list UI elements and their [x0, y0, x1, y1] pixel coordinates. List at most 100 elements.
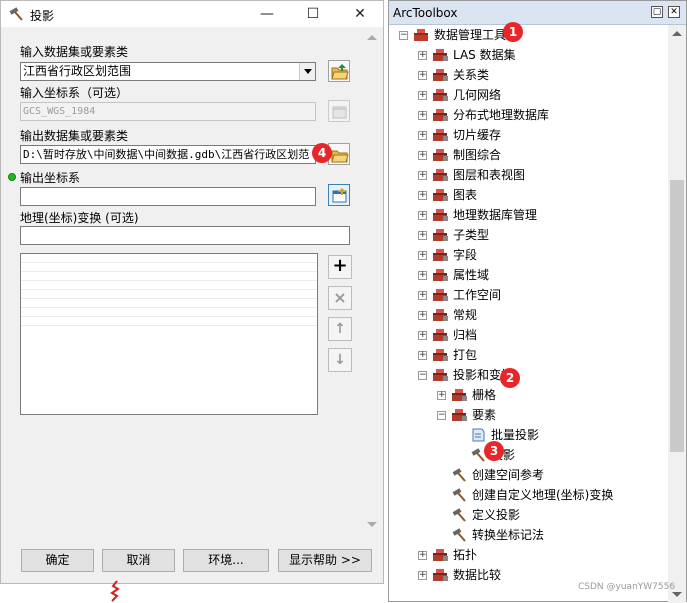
tree-node-project[interactable]: 投影: [389, 445, 667, 465]
toolset-icon: [433, 569, 448, 581]
collapse-icon[interactable]: −: [399, 31, 408, 40]
output-cs-properties-button[interactable]: [328, 184, 350, 206]
tree-node-toolset[interactable]: + 子类型: [389, 225, 667, 245]
properties-icon: [332, 106, 347, 119]
x-icon: ×: [333, 288, 347, 307]
input-cs-label: 输入坐标系（可选）: [20, 86, 129, 100]
expand-icon[interactable]: +: [418, 131, 427, 140]
tree-node-toolset[interactable]: + LAS 数据集: [389, 45, 667, 65]
toolset-icon: [433, 209, 448, 221]
toolset-icon: [433, 289, 448, 301]
dialog-scrollbar[interactable]: [363, 27, 381, 535]
collapse-icon[interactable]: −: [418, 371, 427, 380]
close-button[interactable]: ✕: [337, 1, 383, 27]
toolset-icon: [433, 269, 448, 281]
expand-icon[interactable]: +: [418, 151, 427, 160]
callout-badge-4: 4: [312, 143, 332, 163]
tree-node-toolset[interactable]: + 字段: [389, 245, 667, 265]
arctoolbox-panel: ArcToolbox ▢ ✕ − 数据管理工具 + LAS 数据集 + 关系类 + 几何网…: [388, 0, 687, 603]
expand-icon[interactable]: +: [418, 91, 427, 100]
tree-node-toolset[interactable]: + 打包: [389, 345, 667, 365]
tree-node-tool[interactable]: 定义投影: [389, 505, 667, 525]
tree-node-toolset[interactable]: + 属性域: [389, 265, 667, 285]
environments-button[interactable]: 环境...: [183, 549, 269, 572]
tree-node-toolset[interactable]: + 图层和表视图: [389, 165, 667, 185]
toolbox-icon: [414, 29, 428, 41]
expand-icon[interactable]: +: [418, 271, 427, 280]
collapse-icon[interactable]: −: [437, 411, 446, 420]
expand-icon[interactable]: +: [418, 571, 427, 580]
toolset-icon: [433, 169, 448, 181]
close-icon[interactable]: ✕: [668, 6, 680, 18]
scroll-down-icon[interactable]: [672, 592, 682, 597]
cancel-button[interactable]: 取消: [102, 549, 175, 572]
output-dataset-input[interactable]: D:\暂时存放\中间数据\中间数据.gdb\江西省行政区划范: [20, 145, 316, 164]
toolset-icon: [433, 189, 448, 201]
geo-transform-list[interactable]: [20, 253, 318, 415]
expand-icon[interactable]: +: [418, 51, 427, 60]
toolset-icon: [433, 549, 448, 561]
toolset-icon: [433, 309, 448, 321]
pin-icon[interactable]: ▢: [651, 6, 663, 18]
tree-node-tool[interactable]: 转换坐标记法: [389, 525, 667, 545]
tree-node-toolset[interactable]: + 拓扑: [389, 545, 667, 565]
tree-node-toolset[interactable]: + 切片缓存: [389, 125, 667, 145]
expand-icon[interactable]: +: [418, 331, 427, 340]
tree-node-batch-project[interactable]: 批量投影: [389, 425, 667, 445]
browse-input-button[interactable]: [328, 60, 350, 82]
tree-node-root[interactable]: − 数据管理工具: [389, 25, 667, 45]
expand-icon[interactable]: +: [418, 211, 427, 220]
toolbox-scrollbar[interactable]: [668, 25, 686, 603]
tree-node-tool[interactable]: 创建空间参考: [389, 465, 667, 485]
tree-node-toolset[interactable]: + 几何网络: [389, 85, 667, 105]
geo-transform-input[interactable]: [20, 226, 350, 245]
tree-node-toolset[interactable]: + 常规: [389, 305, 667, 325]
expand-icon[interactable]: +: [418, 311, 427, 320]
callout-badge-2: 2: [500, 368, 520, 388]
geo-transform-label: 地理(坐标)变换 (可选): [20, 211, 139, 225]
ok-button[interactable]: 确定: [21, 549, 94, 572]
callout-badge-3: 3: [484, 441, 504, 461]
move-up-button: ↑: [328, 317, 352, 341]
chevron-down-icon[interactable]: [299, 63, 315, 80]
dialog-title-bar[interactable]: 投影 — ☐ ✕: [1, 1, 383, 27]
tree-node-tool[interactable]: 创建自定义地理(坐标)变换: [389, 485, 667, 505]
expand-icon[interactable]: +: [418, 251, 427, 260]
expand-icon[interactable]: +: [418, 171, 427, 180]
expand-icon[interactable]: +: [418, 291, 427, 300]
scroll-up-icon[interactable]: [367, 35, 377, 40]
tree-node-toolset[interactable]: + 图表: [389, 185, 667, 205]
input-cs-value: GCS_WGS_1984: [23, 106, 96, 117]
toolset-icon: [433, 329, 448, 341]
minimize-button[interactable]: —: [244, 1, 290, 27]
expand-icon[interactable]: +: [418, 231, 427, 240]
expand-icon[interactable]: +: [437, 391, 446, 400]
toolset-icon: [433, 229, 448, 241]
tree-node-raster[interactable]: + 栅格: [389, 385, 667, 405]
tree-node-toolset[interactable]: + 关系类: [389, 65, 667, 85]
tree-node-projections[interactable]: − 投影和变换: [389, 365, 667, 385]
tree-node-toolset[interactable]: + 地理数据库管理: [389, 205, 667, 225]
expand-icon[interactable]: +: [418, 71, 427, 80]
tree-node-toolset[interactable]: + 分布式地理数据库: [389, 105, 667, 125]
tree-node-toolset[interactable]: + 归档: [389, 325, 667, 345]
scroll-up-icon[interactable]: [672, 31, 682, 36]
expand-icon[interactable]: +: [418, 111, 427, 120]
scroll-thumb[interactable]: [670, 180, 684, 452]
tree-label: 几何网络: [453, 88, 502, 102]
show-help-button[interactable]: 显示帮助 >>: [278, 549, 372, 572]
expand-icon[interactable]: +: [418, 551, 427, 560]
expand-icon[interactable]: +: [418, 351, 427, 360]
tree-label: 地理数据库管理: [453, 208, 538, 222]
tree-node-toolset[interactable]: + 制图综合: [389, 145, 667, 165]
add-button[interactable]: +: [328, 255, 352, 279]
arrow-up-icon: ↑: [334, 321, 346, 337]
maximize-button[interactable]: ☐: [290, 1, 336, 27]
output-cs-input[interactable]: [20, 187, 316, 206]
scroll-down-icon[interactable]: [367, 522, 377, 527]
expand-icon[interactable]: +: [418, 191, 427, 200]
toolset-icon: [433, 49, 448, 61]
tree-node-toolset[interactable]: + 工作空间: [389, 285, 667, 305]
input-dataset-dropdown[interactable]: 江西省行政区划范围: [20, 62, 316, 81]
tree-node-feature[interactable]: − 要素: [389, 405, 667, 425]
